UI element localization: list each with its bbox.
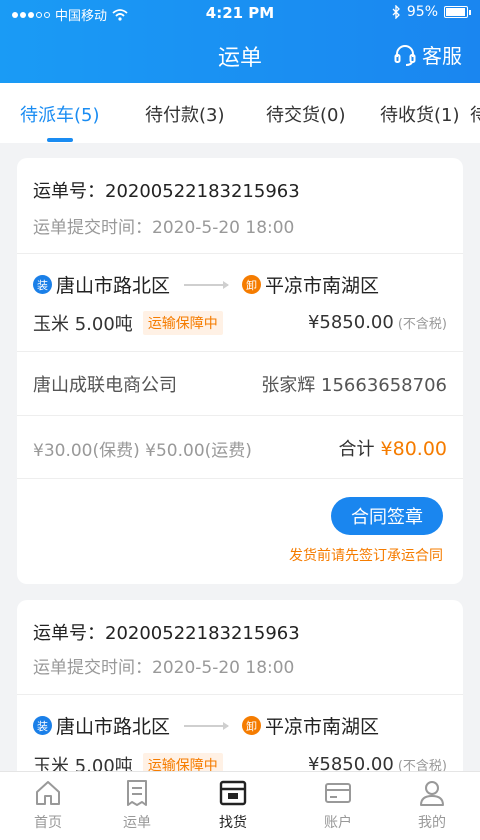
nav-waybill[interactable]: 运单 xyxy=(89,778,185,832)
battery-percent: 95% xyxy=(406,4,438,20)
tab-overflow[interactable]: 待 xyxy=(470,101,480,127)
nav-home[interactable]: 首页 xyxy=(0,778,96,832)
divider xyxy=(17,351,463,352)
divider xyxy=(17,253,463,254)
battery-icon xyxy=(444,6,471,18)
nav-account-label: 账户 xyxy=(324,815,352,831)
load-badge: 装 xyxy=(33,275,52,294)
divider xyxy=(17,415,463,416)
nav-profile-label: 我的 xyxy=(418,815,446,831)
origin-location: 唐山市路北区 xyxy=(56,716,171,738)
destination-location: 平凉市南湖区 xyxy=(265,716,380,738)
nav-account[interactable]: 账户 xyxy=(290,778,386,832)
status-bar: 中国移动 4:21 PM 95% xyxy=(0,0,480,26)
tab-pending-dispatch[interactable]: 待派车(5) xyxy=(20,101,100,127)
unload-badge: 卸 xyxy=(242,275,262,294)
shipper-company: 唐山成联电商公司 xyxy=(33,375,177,396)
order-total: 合计 ¥80.00 xyxy=(339,435,447,461)
order-number: 运单号：20200522183215963 xyxy=(33,181,300,202)
divider xyxy=(17,478,463,479)
contract-sign-button[interactable]: 合同签章 xyxy=(331,497,443,535)
transport-status-tag: 运输保障中 xyxy=(142,311,223,335)
home-icon xyxy=(36,781,60,805)
tab-pending-delivery[interactable]: 待交货(0) xyxy=(266,101,346,127)
account-icon xyxy=(325,783,351,803)
route: 装 唐山市路北区 卸 平凉市南湖区 xyxy=(33,271,379,298)
order-submit-time: 运单提交时间：2020-5-20 18:00 xyxy=(33,218,295,238)
route: 装 唐山市路北区 卸 平凉市南湖区 xyxy=(33,712,379,739)
tab-pending-payment[interactable]: 待付款(3) xyxy=(145,101,225,127)
headset-icon xyxy=(394,44,416,66)
order-card[interactable]: 运单号：20200522183215963 运单提交时间：2020-5-20 1… xyxy=(17,158,463,584)
order-number: 运单号：20200522183215963 xyxy=(33,623,300,644)
price-note: (不含税) xyxy=(397,317,447,332)
nav-profile[interactable]: 我的 xyxy=(384,778,480,832)
bottom-navigation: 首页 运单 找货 账户 我的 xyxy=(0,771,480,840)
top-bar: 中国移动 4:21 PM 95% 运单 客服 xyxy=(0,0,480,83)
route-arrow-icon xyxy=(184,280,230,289)
order-submit-time: 运单提交时间：2020-5-20 18:00 xyxy=(33,658,295,678)
active-tab-indicator xyxy=(47,138,73,142)
destination-location: 平凉市南湖区 xyxy=(265,275,380,297)
cargo-info: 玉米 5.00吨 运输保障中 xyxy=(33,310,223,336)
nav-find-goods-label: 找货 xyxy=(219,815,247,831)
origin-location: 唐山市路北区 xyxy=(56,275,171,297)
nav-waybill-label: 运单 xyxy=(123,815,151,831)
total-amount: ¥80.00 xyxy=(380,438,447,460)
route-arrow-icon xyxy=(184,721,230,730)
fee-breakdown: ¥30.00(保费) ¥50.00(运费) xyxy=(33,441,252,461)
shipper-contact[interactable]: 张家辉 15663658706 xyxy=(261,371,447,397)
cargo-description: 玉米 5.00吨 xyxy=(33,314,133,335)
divider xyxy=(17,694,463,695)
contract-hint: 发货前请先签订承运合同 xyxy=(289,548,443,564)
freight-price: ¥5850.00 (不含税) xyxy=(308,312,447,333)
find-goods-icon xyxy=(219,780,247,806)
nav-find-goods[interactable]: 找货 xyxy=(185,778,281,832)
profile-icon xyxy=(420,781,444,806)
bluetooth-icon xyxy=(392,5,400,19)
tab-pending-receipt[interactable]: 待收货(1) xyxy=(380,101,460,127)
order-card[interactable]: 运单号：20200522183215963 运单提交时间：2020-5-20 1… xyxy=(17,600,463,800)
customer-service-label: 客服 xyxy=(422,44,462,68)
order-status-tabs: 待派车(5) 待付款(3) 待交货(0) 待收货(1) 待 xyxy=(0,83,480,143)
nav-home-label: 首页 xyxy=(34,815,62,831)
waybill-icon xyxy=(127,780,147,806)
customer-service-button[interactable]: 客服 xyxy=(393,40,462,69)
price-value: ¥5850.00 xyxy=(307,312,394,333)
unload-badge: 卸 xyxy=(242,716,262,735)
total-label: 合计 xyxy=(338,439,375,460)
load-badge: 装 xyxy=(33,716,52,735)
